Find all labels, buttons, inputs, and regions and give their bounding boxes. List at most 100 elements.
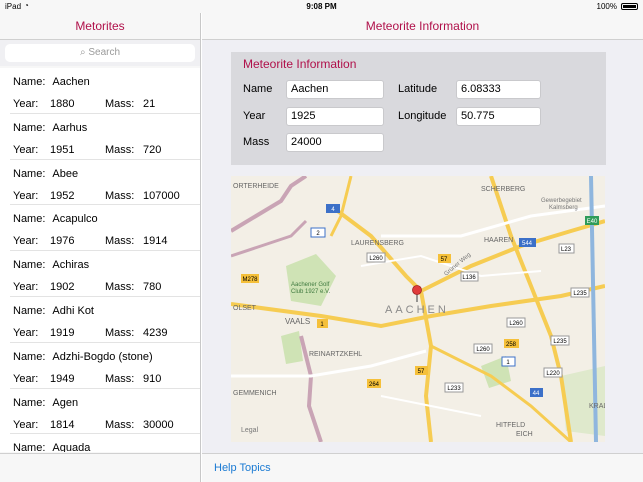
latitude-field[interactable]: 6.08333 [456,80,541,99]
row-mass-label: Mass: [105,143,135,156]
svg-text:L136: L136 [462,275,476,281]
name-line: Name: Aarhus [13,122,87,134]
row-year-label: Year: [13,281,39,294]
svg-text:L260: L260 [369,256,383,262]
row-year-label: Year: [13,98,39,110]
svg-text:L235: L235 [553,339,567,345]
name-line: Name: Acapulco [13,213,98,225]
row-name-label: Name: [13,259,46,272]
list-item[interactable]: Name: Abee Year: 1952 Mass: 107000 [10,160,200,206]
list-item[interactable]: Name: Aachen Year: 1880 Mass: 21 [10,68,200,114]
longitude-label: Longitude [398,110,447,122]
row-name-value: Aachen [52,76,90,88]
map-place-label: EICH [516,431,533,438]
map-legal-link: Legal [241,427,259,434]
map-place-label: Kalmsberg [549,205,578,211]
name-field[interactable]: Aachen [286,80,384,99]
left-toolbar [0,453,200,482]
left-nav-title: Metorites [0,13,200,40]
svg-text:L23: L23 [561,247,572,253]
name-line: Name: Achiras [13,259,89,271]
battery-percent: 100% [596,2,617,11]
row-year-value: 1951 [50,143,75,156]
row-year-value: 1880 [50,98,75,110]
map-view[interactable]: SCHERBERG LAURENSBERG HAAREN VAALS REINA… [231,176,605,442]
map-place-label: VAALS [285,317,310,326]
map-city-label: AACHEN [385,304,449,316]
row-name-label: Name: [13,76,46,88]
status-bar: iPad ◔ 9:08 PM 100% [0,0,643,13]
svg-text:57: 57 [418,369,425,375]
row-mass-value: 30000 [143,418,174,431]
row-mass-label: Mass: [105,326,135,339]
row-name-label: Name: [13,396,46,409]
row-name-label: Name: [13,167,46,180]
svg-text:L233: L233 [447,386,461,392]
row-name-label: Name: [13,121,46,134]
info-panel: Meteorite Information Name Aachen Year 1… [231,52,606,165]
svg-text:E40: E40 [587,219,598,225]
row-year-label: Year: [13,189,39,202]
search-placeholder: Search [88,47,121,58]
svg-text:L235: L235 [573,291,587,297]
row-name-label: Name: [13,304,46,317]
svg-text:44: 44 [533,391,540,397]
map-place-label: GEMMENICH [233,390,277,397]
name-line: Name: Abee [13,168,78,180]
svg-text:L220: L220 [546,371,560,377]
row-mass-value: 21 [143,98,156,110]
detail-panel: Meteorite Information Meteorite Informat… [202,13,643,482]
search-input[interactable]: ⌕ Search [5,44,195,62]
clock: 9:08 PM [306,2,337,11]
detail-line: Year: 1952 Mass: 107000 [13,190,200,202]
right-nav-title: Meteorite Information [202,13,643,40]
row-name-value: Adzhi-Bogdo (stone) [52,350,153,363]
map-place-label: LAURENSBERG [351,240,404,247]
list-item[interactable]: Name: Agen Year: 1814 Mass: 30000 [10,389,200,435]
row-mass-value: 4239 [143,326,168,339]
detail-line: Year: 1814 Mass: 30000 [13,419,200,431]
map-place-label: HAAREN [484,237,513,244]
row-mass-label: Mass: [105,235,135,248]
map-place-label: KRAL [589,403,605,410]
help-topics-button[interactable]: Help Topics [214,462,271,474]
mass-field[interactable]: 24000 [286,133,384,152]
map-pin-icon[interactable] [412,285,422,295]
battery-icon [621,3,638,10]
row-mass-label: Mass: [105,189,135,202]
detail-line: Year: 1949 Mass: 910 [13,373,200,385]
row-year-label: Year: [13,235,39,248]
list-item[interactable]: Name:AguadaYear:Mass: [10,434,200,452]
detail-line: Year: 1976 Mass: 1914 [13,235,200,247]
row-year-value: 1976 [50,235,75,248]
year-label: Year [243,110,266,122]
row-name-value: Aarhus [52,121,88,134]
row-name-label: Name: [13,350,46,363]
list-item[interactable]: Name: Aarhus Year: 1951 Mass: 720 [10,114,200,160]
row-mass-label: Mass: [105,418,135,431]
longitude-field[interactable]: 50.775 [456,107,541,126]
row-name-value: Adhi Kot [52,304,94,317]
row-name-value: Agen [52,396,79,409]
svg-text:258: 258 [506,342,517,348]
row-mass-label: Mass: [105,281,135,294]
list-item[interactable]: Name: Adhi Kot Year: 1919 Mass: 4239 [10,297,200,343]
name-line: Name: Aachen [13,76,90,88]
search-bar: ⌕ Search [0,40,200,66]
year-field[interactable]: 1925 [286,107,384,126]
list-item[interactable]: Name: Acapulco Year: 1976 Mass: 1914 [10,205,200,252]
svg-text:L260: L260 [476,347,490,353]
map-place-label: ORTERHEIDE [233,183,279,190]
row-year-value: 1952 [50,189,75,202]
row-mass-value: 910 [143,372,162,385]
list-item[interactable]: Name: Achiras Year: 1902 Mass: 780 [10,251,200,297]
latitude-label: Latitude [398,83,438,95]
name-line: Name: Adhi Kot [13,305,94,317]
map-place-label: Club 1927 e.V. [291,289,330,295]
list-item[interactable]: Name: Adzhi-Bogdo (stone) Year: 1949 Mass: 91… [10,343,200,389]
svg-text:L260: L260 [509,321,523,327]
meteorite-list[interactable]: Name: Aachen Year: 1880 Mass: 21 Name: Aarhus Ye… [0,68,200,452]
map-graphic: SCHERBERG LAURENSBERG HAAREN VAALS REINA… [231,176,605,442]
row-mass-label: Mass: [105,372,135,385]
row-mass-label: Mass: [105,98,135,110]
